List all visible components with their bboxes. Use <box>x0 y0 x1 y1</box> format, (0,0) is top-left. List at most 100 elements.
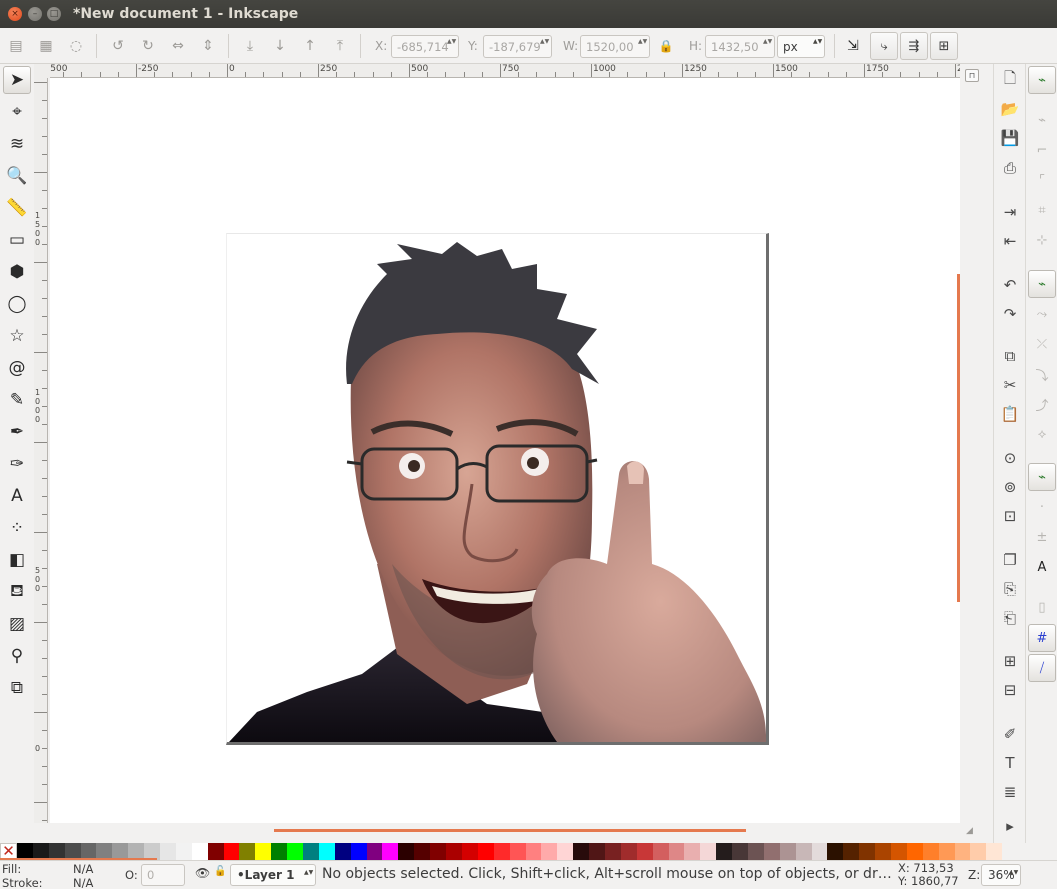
palette-swatch[interactable] <box>970 843 987 860</box>
zoom-spinner[interactable]: ▲▼ <box>1009 869 1018 877</box>
palette-swatch[interactable] <box>875 843 891 860</box>
x-spinner[interactable]: ▲▼ <box>447 38 456 46</box>
w-spinner[interactable]: ▲▼ <box>638 38 647 46</box>
window-maximize-button[interactable]: □ <box>47 7 61 21</box>
gradient-tool[interactable]: ▨ <box>3 610 31 638</box>
layer-select[interactable]: •Layer 1 ▲▼ <box>230 864 316 886</box>
palette-swatch[interactable] <box>763 843 780 860</box>
rectangle-tool[interactable]: ▭ <box>3 226 31 254</box>
zoom-page-icon[interactable]: ⊡ <box>998 504 1022 528</box>
palette-swatch[interactable] <box>589 843 605 860</box>
palette-swatch[interactable] <box>525 843 542 860</box>
snap-bbox-edge-midpoint-icon[interactable]: ⌗ <box>1028 196 1056 224</box>
palette-swatch[interactable] <box>779 843 796 860</box>
palette-swatch[interactable] <box>334 843 351 860</box>
spiral-tool[interactable]: @ <box>3 354 31 382</box>
snap-rotation-center-icon[interactable]: ± <box>1028 523 1056 551</box>
palette-swatch[interactable] <box>175 843 192 860</box>
scale-corners-button[interactable]: ⤷ <box>870 32 898 60</box>
text-font-icon[interactable]: T <box>998 751 1022 775</box>
palette-swatch[interactable] <box>382 843 399 860</box>
palette-swatch[interactable] <box>446 843 462 860</box>
raise-icon[interactable]: ↑ <box>300 36 320 56</box>
zoom-tool[interactable]: 🔍 <box>3 162 31 190</box>
palette-swatch[interactable] <box>239 843 256 860</box>
snap-grid-icon[interactable]: # <box>1028 624 1056 652</box>
palette-swatch[interactable] <box>509 843 526 860</box>
snap-enable-icon[interactable]: ⌁ <box>1028 66 1056 94</box>
palette-swatch[interactable] <box>652 843 669 860</box>
palette-swatch[interactable] <box>890 843 907 860</box>
ungroup-icon[interactable]: ⊟ <box>998 678 1022 702</box>
lower-icon[interactable]: ↓ <box>270 36 290 56</box>
pen-tool[interactable]: ✒ <box>3 418 31 446</box>
window-minimize-button[interactable]: – <box>28 7 42 21</box>
undo-icon[interactable]: ↶ <box>998 273 1022 297</box>
lock-proportions-icon[interactable]: 🔒 <box>656 36 676 56</box>
dropper-tool[interactable]: ⚲ <box>3 642 31 670</box>
snap-line-midpoints-icon[interactable]: ⟡ <box>1028 420 1056 448</box>
stroke-value[interactable]: N/A <box>73 876 93 889</box>
save-document-icon[interactable]: 💾 <box>998 126 1022 150</box>
selector-tool[interactable]: ➤ <box>3 66 31 94</box>
unlink-clone-icon[interactable]: ⎗ <box>998 606 1022 630</box>
print-icon[interactable]: ⎙ <box>998 156 1022 180</box>
opacity-field[interactable]: 0 <box>141 864 185 886</box>
fill-value[interactable]: N/A <box>73 862 93 876</box>
palette-swatch[interactable] <box>160 843 176 860</box>
horizontal-scrollbar[interactable] <box>274 829 746 832</box>
layer-visibility-icon[interactable]: 👁 <box>195 866 210 880</box>
palette-swatch[interactable] <box>747 843 764 860</box>
palette-swatch[interactable] <box>461 843 478 860</box>
move-patterns-button[interactable]: ⊞ <box>930 32 958 60</box>
snap-path-intersection-icon[interactable]: ⤫ <box>1028 330 1056 358</box>
palette-swatch[interactable] <box>906 843 923 860</box>
pencil-tool[interactable]: ✎ <box>3 386 31 414</box>
palette-swatch[interactable] <box>986 843 1003 860</box>
snap-smooth-nodes-icon[interactable]: ⤴ <box>1028 390 1056 418</box>
palette-swatch[interactable] <box>859 843 876 860</box>
snap-cusp-nodes-icon[interactable]: ⤵ <box>1028 360 1056 388</box>
rotate-cw-icon[interactable]: ↻ <box>138 36 158 56</box>
star-tool[interactable]: ☆ <box>3 322 31 350</box>
snap-bbox-corner-icon[interactable]: ⌜ <box>1028 166 1056 194</box>
more-commands-icon[interactable]: ▸ <box>998 814 1022 838</box>
palette-swatch[interactable] <box>843 843 860 860</box>
flip-vertical-icon[interactable]: ⇕ <box>198 36 218 56</box>
palette-swatch[interactable] <box>716 843 733 860</box>
snap-others-icon[interactable]: ⌁ <box>1028 463 1056 491</box>
palette-swatch[interactable] <box>271 843 288 860</box>
palette-swatch[interactable] <box>366 843 383 860</box>
horizontal-ruler[interactable]: -500 -250 0 250 500 750 1000 1250 1500 1750 2k <box>50 64 960 78</box>
scale-stroke-icon[interactable]: ⇲ <box>843 36 863 56</box>
palette-swatch[interactable] <box>414 843 431 860</box>
drawing-canvas[interactable] <box>50 78 960 823</box>
text-tool[interactable]: A <box>3 482 31 510</box>
snap-guide-icon[interactable]: ⧸ <box>1028 654 1056 682</box>
y-spinner[interactable]: ▲▼ <box>540 38 549 46</box>
palette-swatch[interactable] <box>191 843 208 860</box>
3d-box-tool[interactable]: ⬢ <box>3 258 31 286</box>
portrait-photo[interactable] <box>227 234 766 742</box>
paste-icon[interactable]: 📋 <box>998 402 1022 426</box>
snap-bbox-edge-icon[interactable]: ⌐ <box>1028 136 1056 164</box>
zoom-drawing-icon[interactable]: ⊚ <box>998 475 1022 499</box>
snap-text-baseline-icon[interactable]: A <box>1028 553 1056 581</box>
redo-icon[interactable]: ↷ <box>998 302 1022 326</box>
palette-swatch[interactable] <box>700 843 717 860</box>
vertical-ruler[interactable]: 1500 1000 500 0 <box>34 78 48 823</box>
palette-swatch[interactable] <box>938 843 955 860</box>
palette-swatch[interactable] <box>620 843 637 860</box>
palette-swatch[interactable] <box>827 843 844 860</box>
snap-paths-icon[interactable]: ⤳ <box>1028 300 1056 328</box>
connector-tool[interactable]: ⧉ <box>3 674 31 702</box>
palette-swatch[interactable] <box>557 843 574 860</box>
tweak-tool[interactable]: ≋ <box>3 130 31 158</box>
w-field[interactable]: 1520,00 ▲▼ <box>580 35 650 58</box>
palette-swatch[interactable] <box>684 843 701 860</box>
copy-icon[interactable]: ⧉ <box>998 344 1022 368</box>
cut-icon[interactable]: ✂ <box>998 373 1022 397</box>
import-icon[interactable]: ⇥ <box>998 200 1022 224</box>
eraser-tool[interactable]: ◧ <box>3 546 31 574</box>
paint-bucket-tool[interactable]: ⛾ <box>3 578 31 606</box>
